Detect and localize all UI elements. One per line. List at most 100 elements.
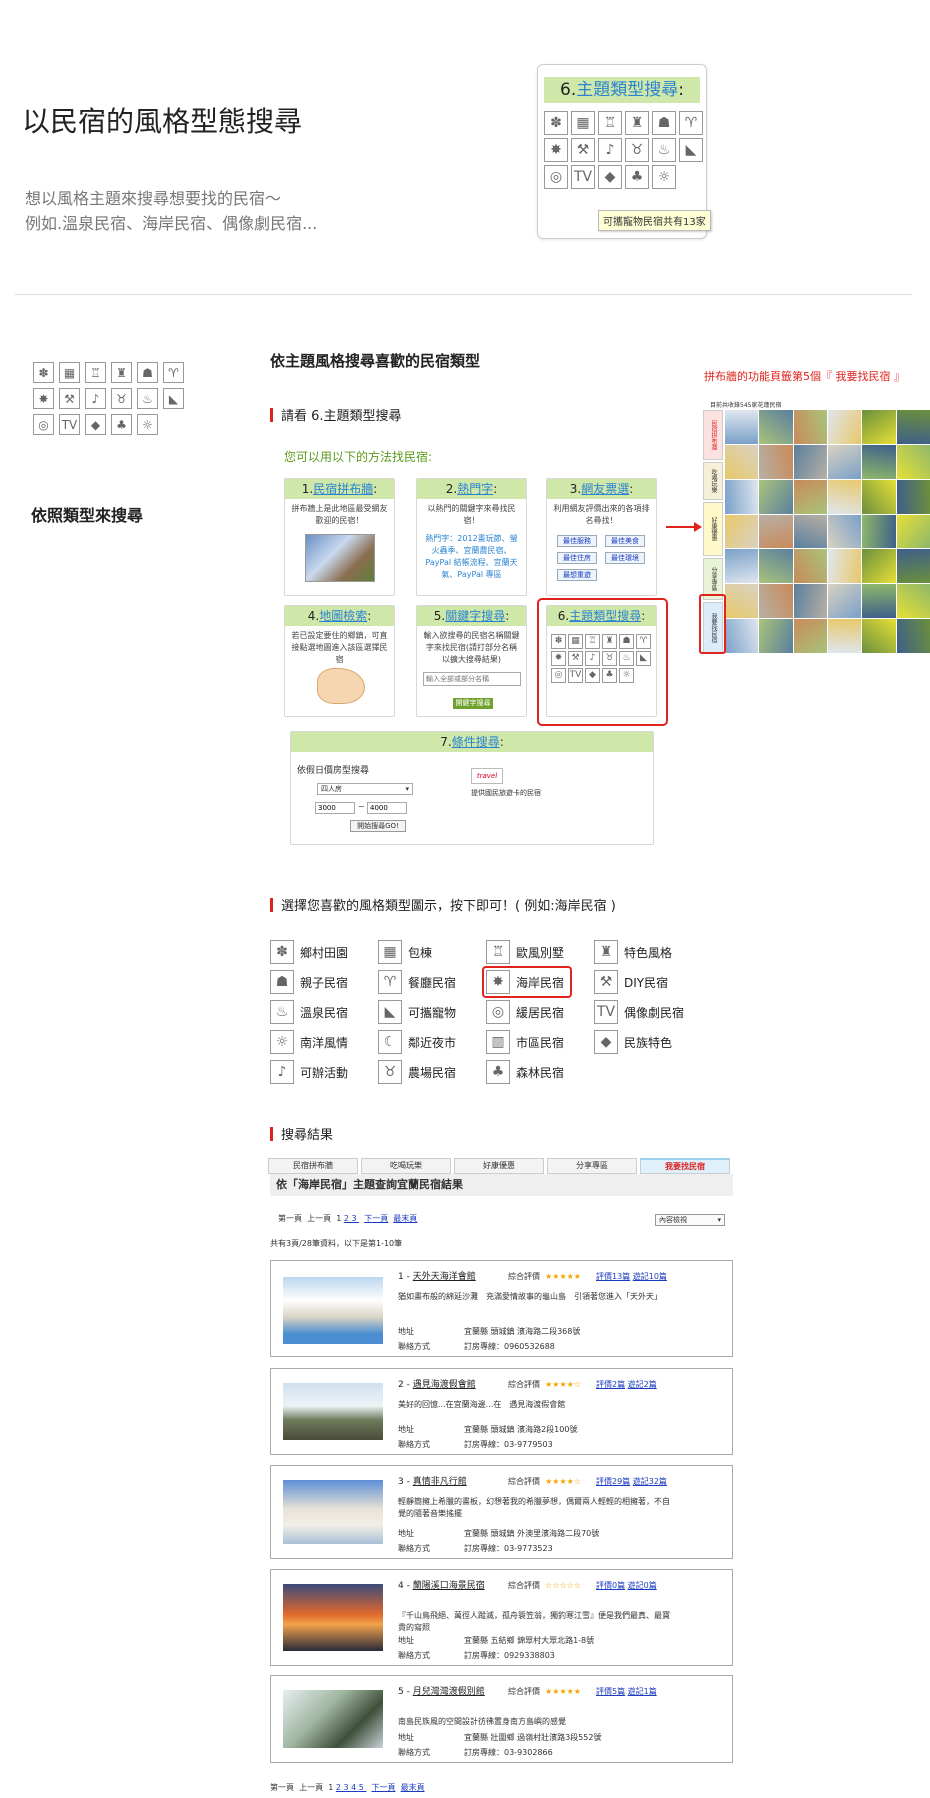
map-thumbnail[interactable] (317, 668, 365, 704)
mosaic-photo[interactable] (725, 410, 759, 444)
reviews-link[interactable]: 評價2篇 (596, 1380, 625, 1389)
farm-icon[interactable]: ♉ (111, 388, 132, 409)
diaries-link[interactable]: 遊記32篇 (633, 1477, 667, 1486)
mosaic-photo[interactable] (827, 410, 862, 444)
sort-select[interactable]: 內容檢視 ▾ (655, 1214, 725, 1226)
category-dog[interactable]: ◣ 可攜寵物 (378, 1000, 456, 1024)
villa-icon[interactable]: ♖ (598, 111, 622, 135)
hotwords-link[interactable]: 熱門字 (457, 482, 493, 496)
dog-icon[interactable]: ◣ (163, 388, 184, 409)
mosaic-photo[interactable] (827, 549, 862, 584)
category-snail[interactable]: ◎ 緩居民宿 (486, 1000, 564, 1024)
mosaic-photo[interactable] (827, 479, 862, 514)
mosaic-photo[interactable] (725, 584, 759, 619)
category-building[interactable]: ▦ 包棟 (378, 940, 432, 964)
elephant-icon[interactable]: ◆ (598, 165, 622, 189)
reviews-link[interactable]: 評價5篇 (596, 1687, 625, 1696)
category-farm[interactable]: ♉ 農場民宿 (378, 1060, 456, 1084)
mosaic-photo[interactable] (759, 479, 793, 514)
mosaic-photo[interactable] (896, 444, 930, 479)
keyword-input[interactable] (423, 672, 521, 686)
vote-button-1[interactable]: 最佳美食 (605, 535, 645, 547)
mosaic-photo[interactable] (759, 619, 793, 653)
result-photo[interactable] (283, 1584, 383, 1651)
family-icon[interactable]: ☗ (652, 111, 676, 135)
category-villa[interactable]: ♖ 歐風別墅 (486, 940, 564, 964)
flower-icon[interactable]: ✽ (33, 362, 54, 383)
building-icon[interactable]: ▦ (571, 111, 595, 135)
tv-icon[interactable]: TV (571, 165, 595, 189)
mosaic-photo[interactable] (793, 410, 827, 444)
price-max-input[interactable] (367, 802, 407, 814)
room-type-select[interactable]: 四人房 ▾ (317, 783, 413, 795)
mosaic-photo[interactable] (793, 584, 827, 619)
dog-icon[interactable]: ◣ (679, 138, 703, 162)
diaries-link[interactable]: 遊記2篇 (628, 1380, 657, 1389)
mosaic-photo[interactable] (862, 619, 896, 653)
family-icon[interactable]: ☗ (137, 362, 158, 383)
reviews-link[interactable]: 評價0篇 (596, 1581, 625, 1590)
result-name[interactable]: 蘭陽溪口海景民宿 (413, 1581, 485, 1591)
building-icon[interactable]: ▦ (59, 362, 80, 383)
vertical-tab-1[interactable]: 吃喝玩樂 (703, 462, 723, 500)
category-city[interactable]: ▥ 市區民宿 (486, 1030, 564, 1054)
travel-card-icon[interactable]: travel (471, 768, 503, 784)
result-name[interactable]: 月兒灣灣渡假別館 (413, 1687, 485, 1697)
category-tropical[interactable]: ☼ 南洋風情 (270, 1030, 348, 1054)
diaries-link[interactable]: 遊記10篇 (633, 1272, 667, 1281)
mosaic-photo[interactable] (862, 549, 896, 584)
category-castle[interactable]: ♜ 特色風格 (594, 940, 672, 964)
diaries-link[interactable]: 遊記1篇 (628, 1687, 657, 1696)
mosaic-photo[interactable] (827, 514, 862, 549)
result-photo[interactable] (283, 1383, 383, 1440)
page-link[interactable]: 5 (359, 1783, 367, 1792)
hero-panel-title-link[interactable]: 主題類型搜尋 (576, 80, 678, 100)
mosaic-photo[interactable] (725, 479, 759, 514)
category-night-market[interactable]: ☾ 鄰近夜市 (378, 1030, 456, 1054)
mosaic-photo[interactable] (793, 619, 827, 653)
mosaic-photo[interactable] (725, 514, 759, 549)
mosaic-photo[interactable] (759, 444, 793, 479)
mosaic-photo[interactable] (793, 479, 827, 514)
elephant-icon[interactable]: ◆ (85, 414, 106, 435)
tropical-icon[interactable]: ☼ (652, 165, 676, 189)
page-link[interactable]: 3 (343, 1783, 351, 1792)
mosaic-photo[interactable] (896, 584, 930, 619)
mosaic-photo[interactable] (862, 514, 896, 549)
mosaic-photo[interactable] (862, 479, 896, 514)
category-flower[interactable]: ✽ 鄉村田園 (270, 940, 348, 964)
reviews-link[interactable]: 評價13篇 (596, 1272, 630, 1281)
page-link[interactable]: 3 (351, 1214, 359, 1223)
mosaic-photo[interactable] (759, 410, 793, 444)
mosaic-photo[interactable] (725, 549, 759, 584)
vote-button-3[interactable]: 最佳環境 (605, 552, 645, 564)
result-name[interactable]: 天外天海洋會館 (413, 1272, 476, 1282)
page-link[interactable]: 4 (351, 1783, 359, 1792)
mosaic-photo[interactable] (896, 549, 930, 584)
category-music[interactable]: ♪ 可辦活動 (270, 1060, 348, 1084)
mosaic-photo[interactable] (725, 444, 759, 479)
tv-icon[interactable]: TV (59, 414, 80, 435)
result-photo[interactable] (283, 1480, 383, 1544)
mosaic-photo[interactable] (896, 619, 930, 653)
category-elephant[interactable]: ◆ 民族特色 (594, 1030, 672, 1054)
vote-button-0[interactable]: 最佳服務 (557, 535, 597, 547)
results-tab-1[interactable]: 吃喝玩樂 (361, 1158, 451, 1174)
start-search-button[interactable]: 開始搜尋GO! (350, 820, 406, 832)
mosaic-photo[interactable] (827, 444, 862, 479)
mosaic-photo[interactable] (793, 549, 827, 584)
mosaic-photo[interactable] (759, 514, 793, 549)
keyword-search-button[interactable]: 開鍵字搜尋 (453, 698, 493, 709)
forest-icon[interactable]: ♣ (625, 165, 649, 189)
mosaic-photo[interactable] (862, 584, 896, 619)
result-name[interactable]: 真情非凡行館 (413, 1477, 467, 1487)
vertical-tab-0[interactable]: 民宿拼布牆 (703, 410, 723, 460)
mosaic-photo[interactable] (793, 514, 827, 549)
palm-tree-icon[interactable]: ✸ (544, 138, 568, 162)
patchwork-thumbnail[interactable] (305, 534, 375, 582)
patchwork-link[interactable]: 民宿拼布牆 (313, 482, 373, 496)
castle-icon[interactable]: ♜ (625, 111, 649, 135)
reviews-link[interactable]: 評價29篇 (596, 1477, 630, 1486)
category-hot-spring[interactable]: ♨ 溫泉民宿 (270, 1000, 348, 1024)
snail-icon[interactable]: ◎ (544, 165, 568, 189)
